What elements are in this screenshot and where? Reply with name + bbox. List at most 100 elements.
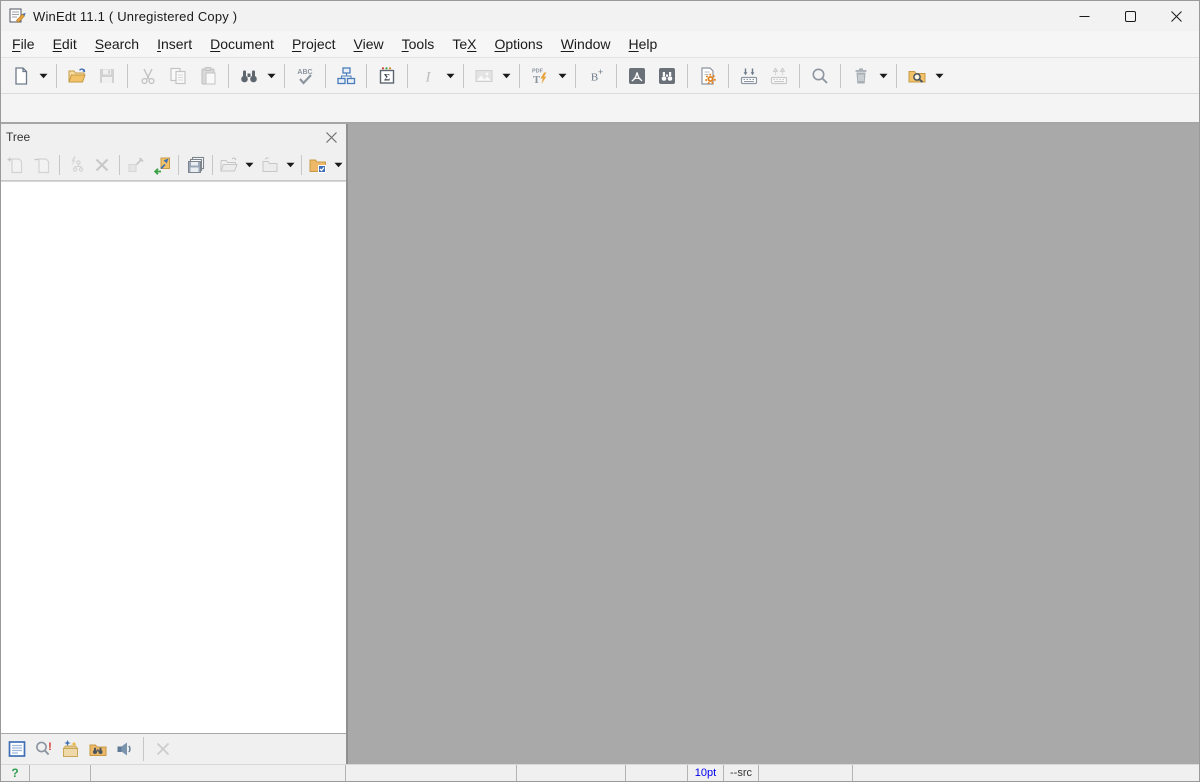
menu-label: Help — [628, 36, 658, 52]
pdf-viewer-button[interactable] — [622, 62, 652, 90]
insert-shortcuts-button[interactable] — [734, 62, 764, 90]
insert-image-button[interactable] — [469, 62, 499, 90]
menu-item-project[interactable]: Project — [283, 31, 345, 57]
tree-open-button-dropdown[interactable] — [242, 151, 257, 179]
main-toolbar: ABC Σ I PDF T B + — [1, 58, 1199, 94]
status-seg-4 — [517, 765, 626, 781]
copy-button[interactable] — [163, 62, 193, 90]
tree-collect-button-dropdown[interactable] — [283, 151, 298, 179]
tree-pin-focus-button[interactable] — [149, 152, 175, 178]
tree-content[interactable] — [1, 181, 346, 734]
tree-panel-close-button[interactable] — [322, 128, 340, 146]
project-open-button[interactable] — [305, 152, 331, 178]
pdf-texify-button[interactable]: PDF T — [525, 62, 555, 90]
font-size-status[interactable]: 10pt — [688, 765, 724, 781]
menu-label: View — [353, 36, 384, 52]
menu-item-help[interactable]: Help — [620, 31, 667, 57]
tree-add-document-button[interactable] — [3, 152, 29, 178]
menu-item-edit[interactable]: Edit — [44, 31, 86, 57]
help-status: ? — [1, 765, 30, 781]
gui-symbols-button[interactable]: Σ — [372, 62, 402, 90]
spell-check-button[interactable]: ABC — [290, 62, 320, 90]
zoom-button[interactable] — [805, 62, 835, 90]
console-button[interactable] — [3, 736, 30, 762]
tree-panel-header: Tree — [1, 124, 346, 150]
doc-add-icon — [6, 155, 26, 175]
new-document-icon — [11, 66, 31, 86]
toolbar-separator — [284, 63, 285, 88]
pdf-texify-button-dropdown[interactable] — [555, 62, 570, 90]
toolbar-separator — [143, 737, 144, 761]
chevron-down-icon — [558, 73, 567, 79]
save-document-button[interactable] — [92, 62, 122, 90]
tree-build-icon — [66, 155, 86, 175]
toolbar-separator — [463, 63, 464, 88]
search-button-dropdown[interactable] — [264, 62, 279, 90]
pdf-search-button[interactable] — [652, 62, 682, 90]
remove-shortcuts-button[interactable] — [764, 62, 794, 90]
open-document-button[interactable] — [62, 62, 92, 90]
menu-label: Options — [494, 36, 543, 52]
menu-label: Project — [291, 36, 336, 52]
window-title: WinEdt 11.1 ( Unregistered Copy ) — [33, 8, 238, 24]
project-open-button-dropdown[interactable] — [331, 151, 346, 179]
document-tree-button[interactable] — [331, 62, 361, 90]
menu-item-file[interactable]: File — [3, 31, 44, 57]
close-button[interactable] — [1153, 1, 1199, 31]
text-style-button-dropdown[interactable] — [443, 62, 458, 90]
menu-item-options[interactable]: Options — [485, 31, 551, 57]
svg-text:I: I — [425, 69, 432, 85]
delete-x-icon — [92, 155, 112, 175]
paste-icon — [198, 66, 218, 86]
toolbar-separator — [366, 63, 367, 88]
delete-button-dropdown[interactable] — [876, 62, 891, 90]
status-seg-5 — [626, 765, 688, 781]
tree-remove-document-button[interactable] — [29, 152, 55, 178]
gather-button[interactable] — [57, 736, 84, 762]
chevron-down-icon — [502, 73, 511, 79]
insert-image-button-dropdown[interactable] — [499, 62, 514, 90]
copy-icon — [168, 66, 188, 86]
winedt-app-icon — [9, 7, 27, 25]
maximize-button[interactable] — [1107, 1, 1153, 31]
chevron-down-icon — [267, 73, 276, 79]
tree-open-button[interactable] — [216, 152, 242, 178]
panel-close-button[interactable] — [149, 736, 176, 762]
find-in-files-button[interactable] — [84, 736, 111, 762]
menu-item-document[interactable]: Document — [201, 31, 283, 57]
search-button[interactable] — [234, 62, 264, 90]
menu-item-insert[interactable]: Insert — [148, 31, 201, 57]
folder-gray-icon — [260, 155, 280, 175]
project-folder-icon — [308, 155, 328, 175]
menu-item-view[interactable]: View — [345, 31, 393, 57]
new-document-button[interactable] — [6, 62, 36, 90]
tree-unpin-button[interactable] — [123, 152, 149, 178]
menu-item-search[interactable]: Search — [86, 31, 148, 57]
bibtex-button[interactable]: B + — [581, 62, 611, 90]
tree-collect-button[interactable] — [257, 152, 283, 178]
execution-modes-button[interactable] — [693, 62, 723, 90]
text-style-button[interactable]: I — [413, 62, 443, 90]
tree-rebuild-button[interactable] — [63, 152, 89, 178]
explore-folder-button[interactable] — [902, 62, 932, 90]
close-x-icon — [153, 739, 173, 759]
explore-folder-button-dropdown[interactable] — [932, 62, 947, 90]
status-seg-2 — [91, 765, 346, 781]
menu-item-tools[interactable]: Tools — [393, 31, 444, 57]
cut-button[interactable] — [133, 62, 163, 90]
minimize-button[interactable] — [1061, 1, 1107, 31]
toolbar-separator — [728, 63, 729, 88]
find-in-files-icon — [88, 739, 108, 759]
tree-delete-button[interactable] — [89, 152, 115, 178]
tree-save-all-button[interactable] — [182, 152, 208, 178]
toolbar-separator — [687, 63, 688, 88]
menu-item-tex[interactable]: TeX — [443, 31, 485, 57]
find-error-button[interactable]: ! — [30, 736, 57, 762]
new-document-button-dropdown[interactable] — [36, 62, 51, 90]
paste-button[interactable] — [193, 62, 223, 90]
delete-button[interactable] — [846, 62, 876, 90]
announce-button[interactable] — [111, 736, 138, 762]
menu-item-window[interactable]: Window — [552, 31, 620, 57]
maximize-icon — [1124, 10, 1136, 22]
toolbar-separator — [178, 155, 180, 175]
